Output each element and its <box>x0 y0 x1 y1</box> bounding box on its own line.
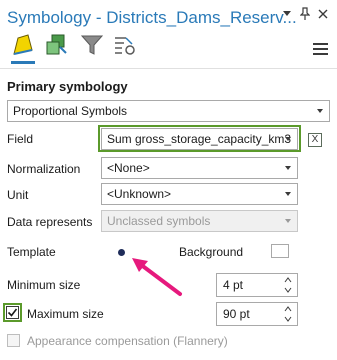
normalization-select[interactable]: <None> <box>101 157 298 179</box>
spinner-icon[interactable] <box>284 305 292 323</box>
secondary-symbology-icon[interactable] <box>45 32 69 58</box>
unit-value: <Unknown> <box>107 187 172 201</box>
chevron-down-icon <box>285 166 291 170</box>
chevron-down-icon <box>285 137 291 141</box>
symbology-type-select[interactable]: Proportional Symbols <box>7 100 330 122</box>
field-value: Sum gross_storage_capacity_km3 <box>107 132 292 146</box>
maximum-size-checkbox[interactable] <box>6 306 19 319</box>
pin-icon[interactable] <box>298 6 312 22</box>
data-represents-value: Unclassed symbols <box>107 214 211 228</box>
expression-icon[interactable]: X <box>308 133 322 147</box>
toolbar-divider <box>0 68 337 69</box>
close-icon[interactable] <box>316 6 330 22</box>
primary-symbology-icon[interactable] <box>11 32 35 58</box>
section-title: Primary symbology <box>7 79 128 94</box>
template-symbol[interactable] <box>118 249 125 256</box>
pane-title: Symbology - Districts_Dams_Reserv... <box>7 8 297 27</box>
background-color-swatch[interactable] <box>271 244 289 258</box>
appearance-compensation-checkbox <box>7 334 20 347</box>
maximum-size-input[interactable]: 90 pt <box>216 302 298 326</box>
minimum-size-input[interactable]: 4 pt <box>216 273 298 297</box>
annotation-arrow-icon <box>126 252 186 300</box>
chevron-down-icon <box>285 219 291 223</box>
appearance-compensation-label: Appearance compensation (Flannery) <box>27 334 228 348</box>
field-select[interactable]: Sum gross_storage_capacity_km3 <box>101 128 298 150</box>
symbology-type-value: Proportional Symbols <box>13 104 128 118</box>
maximum-size-label: Maximum size <box>27 307 104 321</box>
unit-label: Unit <box>7 188 29 202</box>
template-label: Template <box>7 245 56 259</box>
data-represents-select: Unclassed symbols <box>101 210 298 232</box>
chevron-down-icon <box>317 109 323 113</box>
normalization-value: <None> <box>107 161 150 175</box>
minimum-size-value: 4 pt <box>223 278 244 292</box>
unit-select[interactable]: <Unknown> <box>101 183 298 205</box>
spinner-icon[interactable] <box>284 276 292 294</box>
background-label: Background <box>179 245 244 259</box>
hamburger-icon[interactable] <box>313 43 328 55</box>
chevron-down-icon <box>285 192 291 196</box>
options-dropdown-icon[interactable] <box>280 6 294 22</box>
filter-icon[interactable] <box>80 32 104 58</box>
minimum-size-label: Minimum size <box>7 278 81 292</box>
list-settings-icon[interactable] <box>112 32 136 58</box>
field-label: Field <box>7 132 34 146</box>
normalization-label: Normalization <box>7 162 81 176</box>
active-tab-indicator <box>11 61 35 64</box>
data-represents-label: Data represents <box>7 215 93 229</box>
maximum-size-value: 90 pt <box>223 307 250 321</box>
